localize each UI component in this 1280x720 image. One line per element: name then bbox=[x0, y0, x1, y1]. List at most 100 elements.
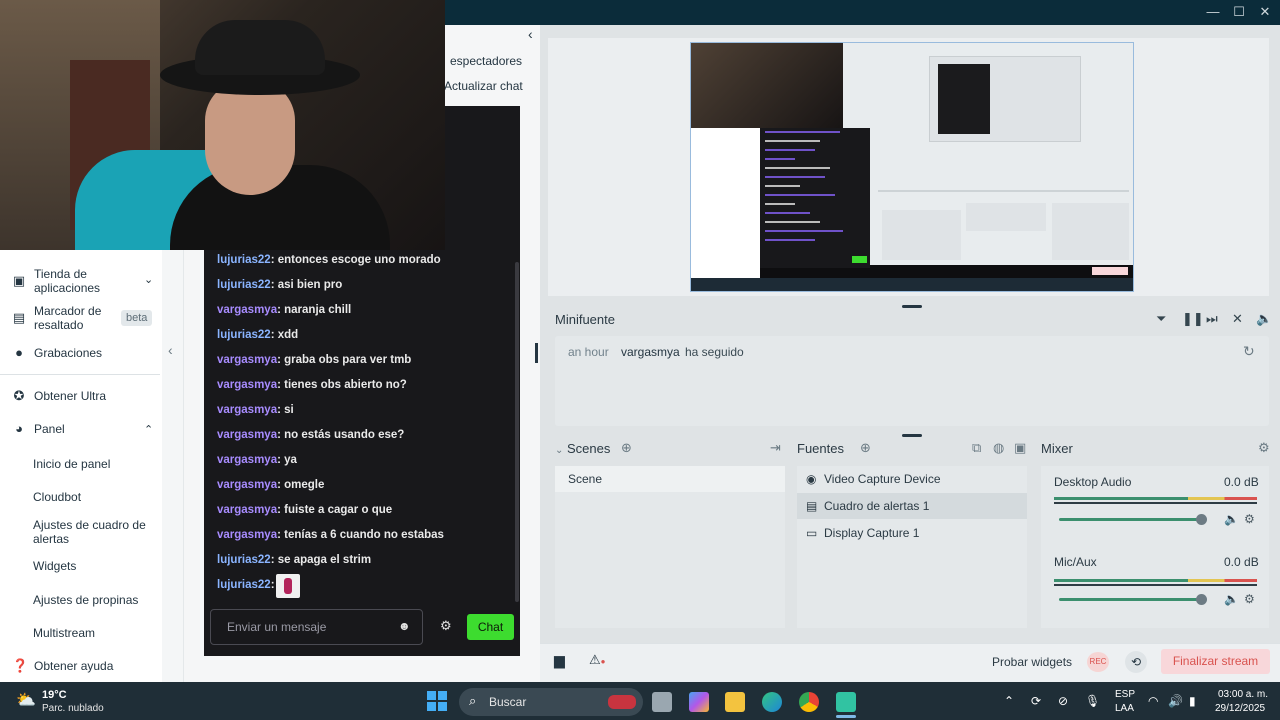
sidebar-collapse-strip[interactable]: ‹ bbox=[162, 250, 184, 682]
sidebar-item-store[interactable]: ▣ Tienda de aplicaciones bbox=[12, 267, 100, 295]
camera-off-icon[interactable]: ⊘ bbox=[1058, 694, 1068, 708]
file-explorer-icon[interactable] bbox=[725, 692, 745, 712]
sidebar-subitem-alert-box[interactable]: Ajustes de cuadro de bbox=[33, 518, 146, 532]
volume-slider-knob[interactable] bbox=[1196, 514, 1207, 525]
chat-username[interactable]: lujurias22 bbox=[217, 279, 271, 291]
add-scene-icon[interactable]: ⊕ bbox=[621, 440, 632, 456]
chat-username[interactable]: vargasmya bbox=[217, 304, 277, 316]
chat-username[interactable]: vargasmya bbox=[217, 454, 277, 466]
stats-icon[interactable]: ▆ bbox=[554, 652, 565, 669]
edge-icon[interactable] bbox=[762, 692, 782, 712]
windows-start-icon[interactable] bbox=[427, 691, 447, 711]
gear-icon[interactable]: ⚙ bbox=[1244, 512, 1255, 526]
chat-username[interactable]: vargasmya bbox=[217, 504, 277, 516]
event-user[interactable]: vargasmya bbox=[621, 345, 680, 359]
chevron-down-icon[interactable]: ⌄ bbox=[144, 273, 153, 286]
gear-icon[interactable]: ⚙ bbox=[440, 618, 452, 634]
chat-username[interactable]: lujurias22 bbox=[217, 579, 271, 591]
gear-icon[interactable]: ⚙ bbox=[1258, 440, 1270, 456]
skip-icon[interactable]: ⏭ bbox=[1206, 311, 1218, 327]
add-source-icon[interactable]: ⊕ bbox=[860, 440, 871, 456]
gear-icon[interactable]: ⚙ bbox=[1244, 592, 1255, 606]
sidebar-subitem-widgets[interactable]: Widgets bbox=[33, 559, 76, 573]
sidebar-subitem-alert-box[interactable]: alertas bbox=[33, 532, 69, 546]
refresh-chat-button[interactable]: Actualizar chat bbox=[444, 79, 523, 93]
transition-icon[interactable]: ⇥ bbox=[770, 440, 781, 456]
minimize-button[interactable]: — bbox=[1203, 3, 1223, 21]
resize-handle[interactable] bbox=[535, 343, 538, 363]
sidebar-item-recordings[interactable]: ● Grabaciones bbox=[12, 346, 102, 361]
clock-time[interactable]: 03:00 a. m. bbox=[1218, 689, 1268, 700]
weather-icon[interactable]: ⛅ bbox=[16, 690, 36, 710]
chat-username[interactable]: vargasmya bbox=[217, 404, 277, 416]
volume-slider[interactable] bbox=[1059, 598, 1201, 601]
filter-icon[interactable]: ⏷ bbox=[1156, 311, 1166, 327]
sidebar-subitem-tips[interactable]: Ajustes de propinas bbox=[33, 593, 138, 607]
replay-buffer-icon[interactable]: ⟲ bbox=[1125, 651, 1147, 673]
sidebar-subitem-dashboard-home[interactable]: Inicio de panel bbox=[33, 457, 110, 471]
warning-icon[interactable]: ⚠● bbox=[589, 652, 606, 668]
chat-message-input[interactable]: Enviar un mensaje bbox=[210, 609, 423, 645]
language-indicator[interactable]: ESP bbox=[1115, 689, 1135, 700]
language-indicator[interactable]: LAA bbox=[1115, 703, 1134, 714]
chat-username[interactable]: vargasmya bbox=[217, 354, 277, 366]
speaker-icon[interactable]: 🔈 bbox=[1224, 592, 1239, 606]
audio-source-icon[interactable]: ◍ bbox=[993, 440, 1004, 456]
volume-icon[interactable]: 🔊 bbox=[1168, 694, 1183, 708]
chevron-left-icon[interactable]: ‹ bbox=[168, 342, 173, 358]
sidebar-item-highlighter[interactable]: ▤ Marcador de resaltado bbox=[12, 304, 102, 332]
repeat-alert-icon[interactable]: ↻ bbox=[1243, 343, 1255, 360]
record-button[interactable]: REC bbox=[1087, 652, 1109, 672]
volume-slider[interactable] bbox=[1059, 518, 1201, 521]
volume-icon[interactable]: 🔈 bbox=[1256, 311, 1272, 327]
streamlabs-icon[interactable] bbox=[836, 692, 856, 712]
chevron-up-icon[interactable]: ⌃ bbox=[1004, 694, 1014, 708]
wifi-icon[interactable]: ◠ bbox=[1148, 694, 1158, 708]
source-item[interactable]: ▭ Display Capture 1 bbox=[797, 520, 1027, 546]
test-widgets-button[interactable]: Probar widgets bbox=[992, 655, 1072, 669]
scene-item[interactable]: Scene bbox=[568, 472, 602, 486]
source-item[interactable]: ▤ Cuadro de alertas 1 bbox=[797, 493, 1027, 519]
close-button[interactable]: ✕ bbox=[1255, 3, 1275, 21]
chat-message: vargasmya: tenías a 6 cuando no estabas bbox=[217, 529, 444, 541]
microphone-icon[interactable]: 🎙 bbox=[1085, 694, 1100, 708]
resize-handle[interactable] bbox=[902, 305, 922, 308]
chrome-icon[interactable] bbox=[799, 692, 819, 712]
task-view-icon[interactable] bbox=[652, 692, 672, 712]
clock-date[interactable]: 29/12/2025 bbox=[1215, 703, 1265, 714]
add-folder-icon[interactable]: ▣ bbox=[1014, 440, 1026, 456]
mute-alerts-icon[interactable]: ✕ bbox=[1232, 311, 1243, 327]
end-stream-button[interactable]: Finalizar stream bbox=[1161, 649, 1270, 674]
volume-slider-knob[interactable] bbox=[1196, 594, 1207, 605]
chat-username[interactable]: lujurias22 bbox=[217, 329, 271, 341]
sidebar-subitem-cloudbot[interactable]: Cloudbot bbox=[33, 490, 81, 504]
chevron-down-icon[interactable]: ⌄ bbox=[555, 445, 563, 456]
weather-condition[interactable]: Parc. nublado bbox=[42, 703, 104, 714]
copilot-icon[interactable] bbox=[689, 692, 709, 712]
sidebar-subitem-multistream[interactable]: Multistream bbox=[33, 626, 95, 640]
sidebar-item-ultra[interactable]: ✪ Obtener Ultra bbox=[12, 389, 106, 404]
chevron-left-icon[interactable]: ‹ bbox=[528, 26, 533, 42]
sidebar-item-dashboard[interactable]: ◕ Panel bbox=[12, 422, 65, 437]
preview-divider bbox=[878, 190, 1129, 192]
battery-icon[interactable]: ▮ bbox=[1189, 694, 1196, 708]
sync-icon[interactable]: ⟳ bbox=[1031, 694, 1041, 708]
chat-username[interactable]: lujurias22 bbox=[217, 254, 271, 266]
maximize-button[interactable]: ☐ bbox=[1229, 3, 1249, 21]
chat-username[interactable]: vargasmya bbox=[217, 529, 277, 541]
chevron-up-icon[interactable]: ⌃ bbox=[144, 423, 153, 436]
speaker-icon[interactable]: 🔈 bbox=[1224, 512, 1239, 526]
pause-icon[interactable]: ❚❚ bbox=[1182, 311, 1204, 327]
chat-username[interactable]: vargasmya bbox=[217, 429, 277, 441]
weather-temperature[interactable]: 19°C bbox=[42, 689, 67, 701]
chat-username[interactable]: vargasmya bbox=[217, 479, 277, 491]
chat-username[interactable]: vargasmya bbox=[217, 379, 277, 391]
selective-recording-icon[interactable]: ⧉ bbox=[972, 440, 981, 456]
source-item[interactable]: ◉ Video Capture Device bbox=[797, 466, 1027, 492]
chat-scrollbar[interactable] bbox=[515, 262, 519, 602]
resize-handle[interactable] bbox=[902, 434, 922, 437]
sidebar-item-help[interactable]: ❓ Obtener ayuda bbox=[12, 659, 113, 674]
emoji-icon[interactable]: ☻ bbox=[398, 619, 411, 633]
chat-username[interactable]: lujurias22 bbox=[217, 554, 271, 566]
send-chat-button[interactable]: Chat bbox=[467, 614, 514, 640]
